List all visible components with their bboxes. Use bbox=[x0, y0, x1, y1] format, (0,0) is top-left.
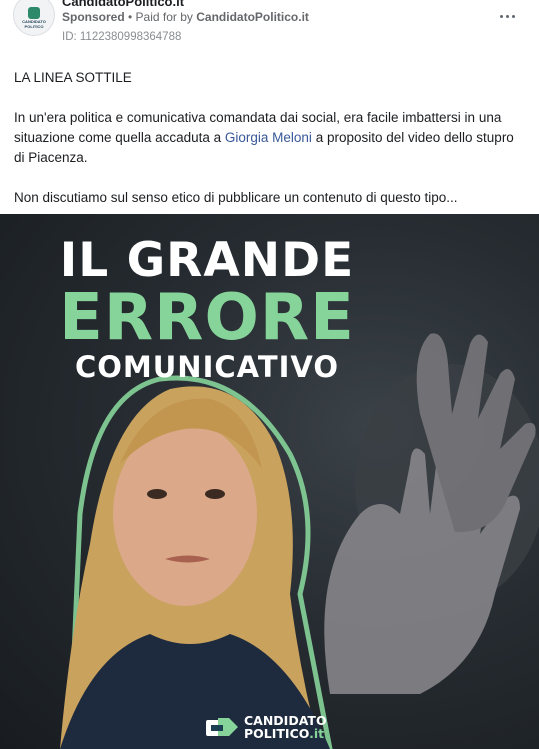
giorgia-meloni-link[interactable]: Giorgia Meloni bbox=[225, 130, 312, 145]
paid-for-name[interactable]: CandidatoPolitico.it bbox=[196, 10, 309, 24]
headline-line1: IL GRANDE bbox=[59, 233, 355, 288]
page-name-link[interactable]: CandidatoPolitico.it bbox=[62, 0, 184, 9]
ad-id: ID: 1122380998364788 bbox=[62, 31, 182, 43]
post-paragraph-truncated[interactable]: Non discutiamo sul senso etico di pubbli… bbox=[14, 188, 524, 208]
candidato-politico-logo-icon bbox=[206, 718, 238, 736]
more-dot bbox=[511, 14, 515, 18]
headline-line3: COMUNICATIVO bbox=[74, 350, 340, 384]
candidato-politico-logo-icon bbox=[28, 7, 40, 19]
more-options-button[interactable] bbox=[493, 4, 521, 28]
portrait-woman bbox=[60, 386, 330, 749]
sponsored-line: Sponsored • Paid for by CandidatoPolitic… bbox=[62, 10, 309, 24]
ad-body-text: LA LINEA SOTTILE In un'era politica e co… bbox=[14, 68, 524, 228]
sponsored-label: Sponsored bbox=[62, 10, 125, 24]
brand-tld: .it bbox=[309, 726, 325, 741]
more-dot bbox=[505, 14, 509, 18]
ad-creative-image[interactable]: IL GRANDE ERRORE COMUNICATIVO CANDIDATO … bbox=[0, 214, 539, 749]
post-paragraph: In un'era politica e comunicativa comand… bbox=[14, 108, 524, 168]
page-avatar[interactable]: CANDIDATO POLITICO bbox=[13, 0, 55, 36]
avatar-text: CANDIDATO POLITICO bbox=[22, 19, 46, 29]
headline-line2: ERRORE bbox=[59, 281, 355, 355]
creative-headline: IL GRANDE ERRORE COMUNICATIVO bbox=[52, 233, 362, 385]
post-heading: LA LINEA SOTTILE bbox=[14, 70, 132, 85]
brand-wordmark: CANDIDATO POLITICO.it bbox=[244, 714, 327, 740]
brand-line2: POLITICO bbox=[244, 726, 310, 741]
paid-for-prefix: • Paid for by bbox=[124, 10, 197, 24]
more-horizontal-icon bbox=[499, 14, 503, 18]
raised-hands-figure bbox=[324, 333, 539, 694]
ad-header: CANDIDATO POLITICO CandidatoPolitico.it … bbox=[0, 0, 539, 52]
brand-logo: CANDIDATO POLITICO.it bbox=[205, 714, 327, 740]
